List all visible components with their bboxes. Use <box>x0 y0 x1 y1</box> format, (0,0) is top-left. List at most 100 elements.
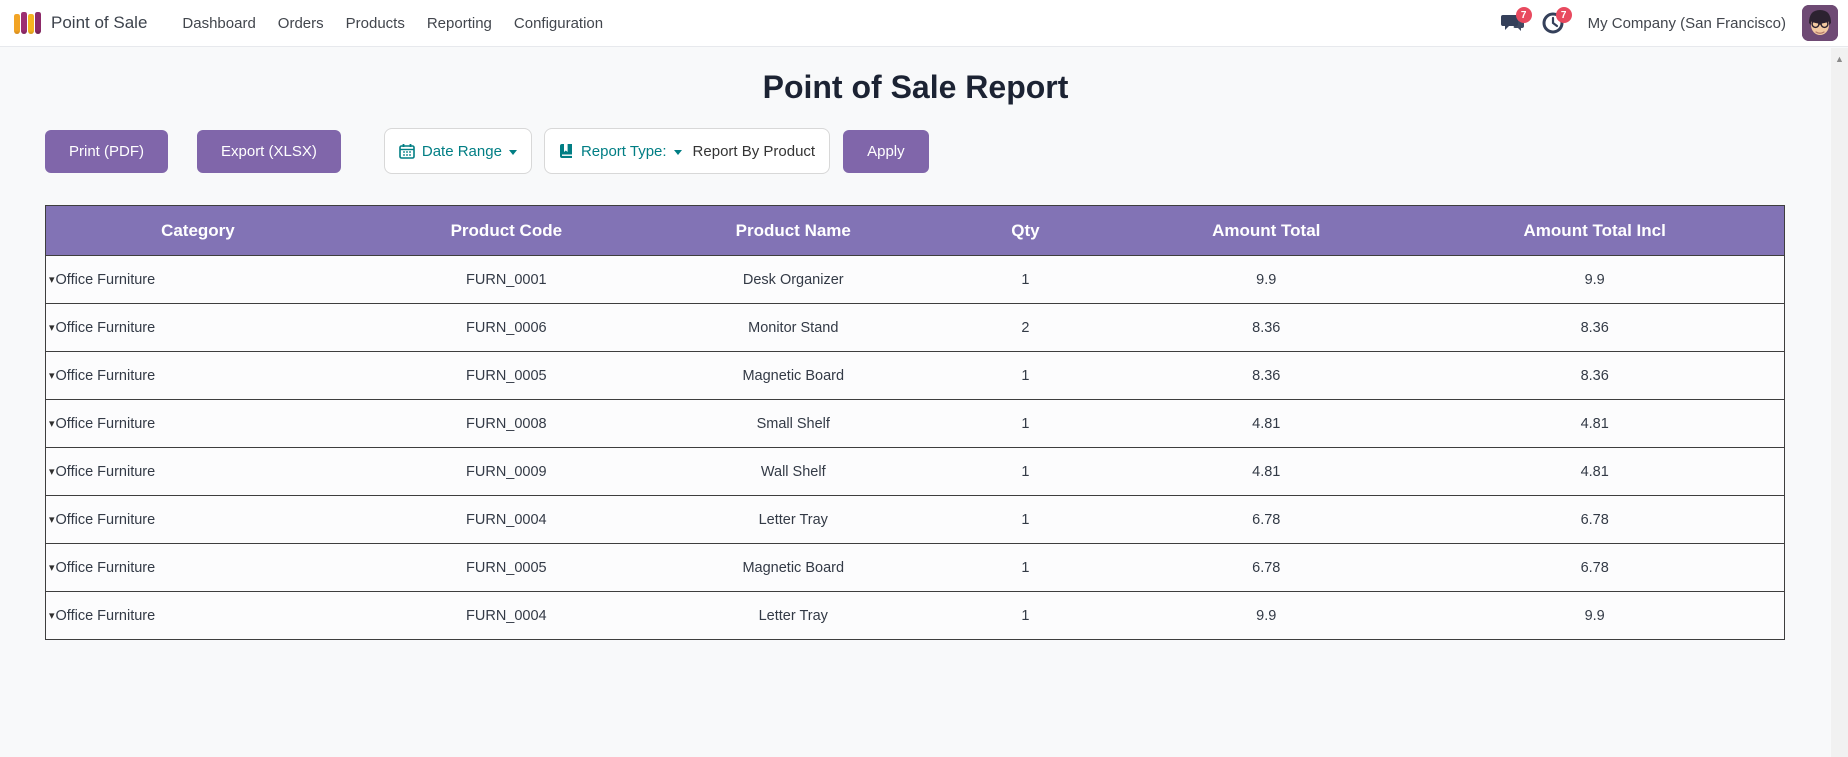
app-name[interactable]: Point of Sale <box>51 13 147 33</box>
activities-badge: 7 <box>1556 7 1572 23</box>
cell-category[interactable]: ▾Office Furniture <box>46 256 350 304</box>
cell-product-name: Letter Tray <box>663 496 924 544</box>
cell-product-name: Magnetic Board <box>663 352 924 400</box>
expand-caret-icon[interactable]: ▾ <box>49 562 55 574</box>
messages-button[interactable]: 7 <box>1496 6 1530 40</box>
nav-item-dashboard[interactable]: Dashboard <box>171 9 266 38</box>
chevron-down-icon <box>674 150 682 155</box>
nav-item-configuration[interactable]: Configuration <box>503 9 614 38</box>
expand-caret-icon[interactable]: ▾ <box>49 418 55 430</box>
report-toolbar: Print (PDF) Export (XLSX) Date Range Rep… <box>45 128 1848 174</box>
date-range-dropdown[interactable]: Date Range <box>384 128 532 174</box>
cell-qty: 1 <box>924 544 1127 592</box>
nav-item-orders[interactable]: Orders <box>267 9 335 38</box>
cell-amount-total-incl: 4.81 <box>1405 400 1784 448</box>
cell-category[interactable]: ▾Office Furniture <box>46 352 350 400</box>
expand-caret-icon[interactable]: ▾ <box>49 466 55 478</box>
cell-category[interactable]: ▾Office Furniture <box>46 304 350 352</box>
top-navbar: Point of Sale Dashboard Orders Products … <box>0 0 1848 47</box>
table-row: ▾Office FurnitureFURN_0005Magnetic Board… <box>46 352 1785 400</box>
activities-button[interactable]: 7 <box>1536 6 1570 40</box>
main-menu: Dashboard Orders Products Reporting Conf… <box>171 9 614 38</box>
expand-caret-icon[interactable]: ▾ <box>49 514 55 526</box>
cell-product-name: Desk Organizer <box>663 256 924 304</box>
cell-amount-total: 4.81 <box>1127 448 1405 496</box>
date-range-label: Date Range <box>422 143 502 160</box>
col-header-qty: Qty <box>924 206 1127 256</box>
cell-amount-total: 4.81 <box>1127 400 1405 448</box>
cell-product-code: FURN_0004 <box>350 592 663 640</box>
report-type-dropdown[interactable]: Report Type: Report By Product <box>544 128 830 174</box>
expand-caret-icon[interactable]: ▾ <box>49 370 55 382</box>
cell-product-code: FURN_0008 <box>350 400 663 448</box>
cell-amount-total: 8.36 <box>1127 304 1405 352</box>
cell-qty: 1 <box>924 400 1127 448</box>
report-table-head: Category Product Code Product Name Qty A… <box>46 206 1785 256</box>
cell-amount-total: 6.78 <box>1127 496 1405 544</box>
cell-product-code: FURN_0009 <box>350 448 663 496</box>
col-header-amount-total: Amount Total <box>1127 206 1405 256</box>
cell-qty: 1 <box>924 592 1127 640</box>
cell-qty: 1 <box>924 448 1127 496</box>
nav-right: 7 7 My Company (San Francisco) <box>1496 5 1838 41</box>
book-icon <box>559 143 574 159</box>
cell-amount-total-incl: 8.36 <box>1405 304 1784 352</box>
page-title: Point of Sale Report <box>0 69 1831 106</box>
nav-item-reporting[interactable]: Reporting <box>416 9 503 38</box>
cell-category[interactable]: ▾Office Furniture <box>46 496 350 544</box>
apply-button[interactable]: Apply <box>843 130 929 173</box>
cell-product-code: FURN_0006 <box>350 304 663 352</box>
user-avatar[interactable] <box>1802 5 1838 41</box>
cell-amount-total-incl: 9.9 <box>1405 592 1784 640</box>
cell-product-name: Monitor Stand <box>663 304 924 352</box>
pos-app-logo-icon[interactable] <box>14 12 41 34</box>
vertical-scrollbar[interactable]: ▲ <box>1831 48 1848 757</box>
cell-category[interactable]: ▾Office Furniture <box>46 544 350 592</box>
table-row: ▾Office FurnitureFURN_0004Letter Tray19.… <box>46 592 1785 640</box>
scroll-up-arrow-icon[interactable]: ▲ <box>1835 55 1844 757</box>
cell-product-code: FURN_0005 <box>350 352 663 400</box>
company-switcher[interactable]: My Company (San Francisco) <box>1588 15 1786 32</box>
table-row: ▾Office FurnitureFURN_0001Desk Organizer… <box>46 256 1785 304</box>
col-header-amount-total-incl: Amount Total Incl <box>1405 206 1784 256</box>
cell-amount-total-incl: 9.9 <box>1405 256 1784 304</box>
avatar-face-icon <box>1802 5 1838 41</box>
report-type-value: Report By Product <box>693 143 816 160</box>
calendar-icon <box>399 143 415 159</box>
table-row: ▾Office FurnitureFURN_0008Small Shelf14.… <box>46 400 1785 448</box>
export-xlsx-button[interactable]: Export (XLSX) <box>197 130 341 173</box>
cell-qty: 1 <box>924 256 1127 304</box>
table-row: ▾Office FurnitureFURN_0005Magnetic Board… <box>46 544 1785 592</box>
cell-product-code: FURN_0005 <box>350 544 663 592</box>
messages-badge: 7 <box>1516 7 1532 23</box>
cell-amount-total: 6.78 <box>1127 544 1405 592</box>
expand-caret-icon[interactable]: ▾ <box>49 274 55 286</box>
cell-amount-total: 9.9 <box>1127 592 1405 640</box>
cell-product-name: Small Shelf <box>663 400 924 448</box>
nav-left: Point of Sale Dashboard Orders Products … <box>14 9 614 38</box>
cell-amount-total-incl: 8.36 <box>1405 352 1784 400</box>
table-row: ▾Office FurnitureFURN_0004Letter Tray16.… <box>46 496 1785 544</box>
cell-category[interactable]: ▾Office Furniture <box>46 592 350 640</box>
cell-product-code: FURN_0001 <box>350 256 663 304</box>
col-header-product-code: Product Code <box>350 206 663 256</box>
chevron-down-icon <box>509 150 517 155</box>
report-type-label: Report Type: <box>581 143 667 160</box>
cell-product-name: Magnetic Board <box>663 544 924 592</box>
cell-amount-total: 8.36 <box>1127 352 1405 400</box>
cell-amount-total-incl: 6.78 <box>1405 544 1784 592</box>
cell-category[interactable]: ▾Office Furniture <box>46 448 350 496</box>
expand-caret-icon[interactable]: ▾ <box>49 322 55 334</box>
table-row: ▾Office FurnitureFURN_0006Monitor Stand2… <box>46 304 1785 352</box>
cell-product-name: Wall Shelf <box>663 448 924 496</box>
header-row: Category Product Code Product Name Qty A… <box>46 206 1785 256</box>
expand-caret-icon[interactable]: ▾ <box>49 610 55 622</box>
col-header-category: Category <box>46 206 350 256</box>
cell-category[interactable]: ▾Office Furniture <box>46 400 350 448</box>
cell-amount-total-incl: 4.81 <box>1405 448 1784 496</box>
cell-qty: 1 <box>924 352 1127 400</box>
print-pdf-button[interactable]: Print (PDF) <box>45 130 168 173</box>
nav-item-products[interactable]: Products <box>335 9 416 38</box>
cell-qty: 2 <box>924 304 1127 352</box>
table-row: ▾Office FurnitureFURN_0009Wall Shelf14.8… <box>46 448 1785 496</box>
